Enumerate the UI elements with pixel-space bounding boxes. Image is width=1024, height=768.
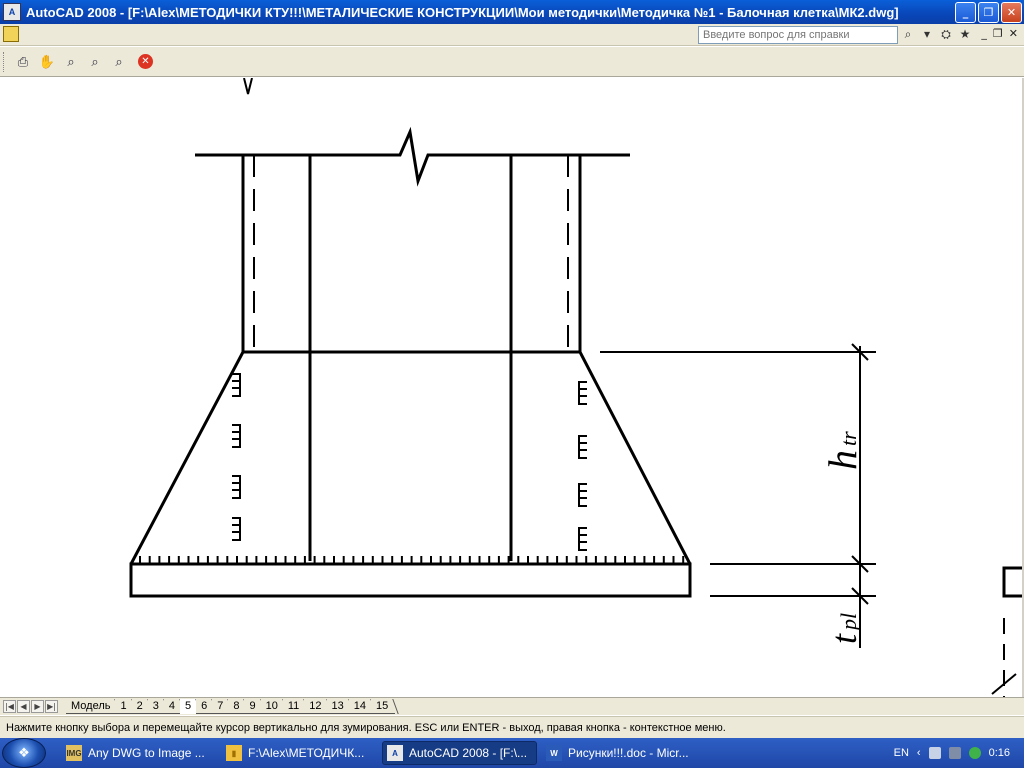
tray-expand-icon[interactable]: ‹ — [917, 747, 921, 759]
task-label: AutoCAD 2008 - [F:\... — [409, 746, 528, 760]
document-icon[interactable] — [3, 26, 19, 42]
dim-label-h: h — [820, 450, 865, 470]
zoom-window-icon[interactable]: ⌕ — [86, 53, 104, 71]
doc-minimize-button[interactable]: _ — [981, 27, 987, 40]
task-label: F:\Alex\МЕТОДИЧК... — [248, 746, 365, 760]
tab-layout[interactable]: 14 — [348, 699, 374, 714]
dim-label-t: t — [824, 633, 864, 644]
minimize-button[interactable]: _ — [955, 2, 976, 23]
drawing-area[interactable]: h tr t pl — [0, 78, 1024, 697]
taskbar: ❖ IMG Any DWG to Image ... ▮ F:\Alex\МЕТ… — [0, 738, 1024, 768]
first-tab-button[interactable]: |◀ — [3, 700, 16, 713]
zoom-realtime-icon[interactable]: ⌕ — [62, 53, 80, 71]
tab-layout[interactable]: 15 — [371, 699, 396, 714]
windows-logo-icon: ❖ — [18, 745, 30, 761]
traverse-right-side — [578, 351, 692, 565]
break-line — [195, 126, 630, 187]
task-any-dwg[interactable]: IMG Any DWG to Image ... — [62, 741, 217, 765]
window-title: AutoCAD 2008 - [F:\Alex\МЕТОДИЧКИ КТУ!!!… — [26, 4, 899, 20]
toolbar-grip[interactable] — [3, 52, 6, 72]
dim-label-t-sub: pl — [836, 613, 861, 632]
standard-toolbar: ⎙ ✋ ⌕ ⌕ ⌕ ✕ — [0, 47, 1024, 77]
partial-rect — [1002, 566, 1024, 598]
tab-layout[interactable]: 13 — [326, 699, 351, 714]
task-word[interactable]: W Рисунки!!!.doc - Micr... — [542, 741, 697, 765]
start-button[interactable]: ❖ — [2, 738, 46, 768]
task-explorer[interactable]: ▮ F:\Alex\МЕТОДИЧК... — [222, 741, 377, 765]
cad-drawing: h tr t pl — [129, 78, 1024, 697]
command-prompt: Нажмите кнопку выбора и перемещайте курс… — [0, 716, 1024, 738]
doc-restore-button[interactable]: ❐ — [993, 27, 1003, 40]
tab-layout[interactable]: 10 — [260, 699, 285, 714]
help-search-input[interactable] — [698, 26, 898, 44]
dim-label-h-sub: tr — [836, 431, 861, 446]
word-icon: W — [546, 745, 562, 761]
base-plate — [129, 562, 692, 598]
close-icon[interactable]: ✕ — [138, 54, 153, 69]
task-autocad[interactable]: A AutoCAD 2008 - [F:\... — [382, 741, 537, 765]
welds-right — [578, 381, 587, 551]
welds-left — [232, 373, 241, 541]
autocad-app-icon[interactable]: A — [3, 3, 21, 21]
title-bar: A AutoCAD 2008 - [F:\Alex\МЕТОДИЧКИ КТУ!… — [0, 0, 1024, 24]
communication-center-icon[interactable]: ⛭ — [938, 26, 954, 42]
tab-layout[interactable]: 12 — [304, 699, 329, 714]
traverse-left-side — [129, 351, 245, 565]
zoom-previous-icon[interactable]: ⌕ — [110, 53, 128, 71]
close-button[interactable]: ✕ — [1001, 2, 1022, 23]
clock[interactable]: 0:16 — [989, 747, 1010, 759]
network-icon[interactable] — [928, 747, 941, 759]
doc-close-button[interactable]: ✕ — [1009, 27, 1018, 40]
language-indicator[interactable]: EN — [894, 747, 909, 759]
next-tab-button[interactable]: ▶ — [31, 700, 44, 713]
pan-icon[interactable]: ✋ — [38, 53, 56, 71]
tab-model[interactable]: Модель — [66, 699, 118, 714]
favorites-icon[interactable]: ★ — [957, 26, 973, 42]
system-tray: EN ‹ 0:16 — [886, 738, 1024, 768]
folder-icon: ▮ — [226, 745, 242, 761]
task-label: Any DWG to Image ... — [88, 746, 205, 760]
menu-row: ⌕ ▾ ⛭ ★ _ ❐ ✕ — [0, 24, 1024, 46]
prev-tab-button[interactable]: ◀ — [17, 700, 30, 713]
search-icon[interactable]: ⌕ — [900, 26, 916, 42]
tab-layout[interactable]: 11 — [282, 699, 307, 714]
layout-tabs-bar: |◀ ◀ ▶ ▶| Модель 1 2 3 4 5 6 7 8 9 10 11 12 13 14 15 — [0, 697, 1024, 715]
last-tab-button[interactable]: ▶| — [45, 700, 58, 713]
image-app-icon: IMG — [66, 745, 82, 761]
task-label: Рисунки!!!.doc - Micr... — [568, 746, 689, 760]
status-icon[interactable] — [968, 747, 981, 759]
arrow-mark — [243, 78, 253, 95]
volume-icon[interactable] — [948, 747, 961, 759]
maximize-button[interactable]: ❐ — [978, 2, 999, 23]
autocad-icon: A — [387, 745, 403, 761]
print-icon[interactable]: ⎙ — [14, 53, 32, 71]
dropdown-icon[interactable]: ▾ — [919, 26, 935, 42]
